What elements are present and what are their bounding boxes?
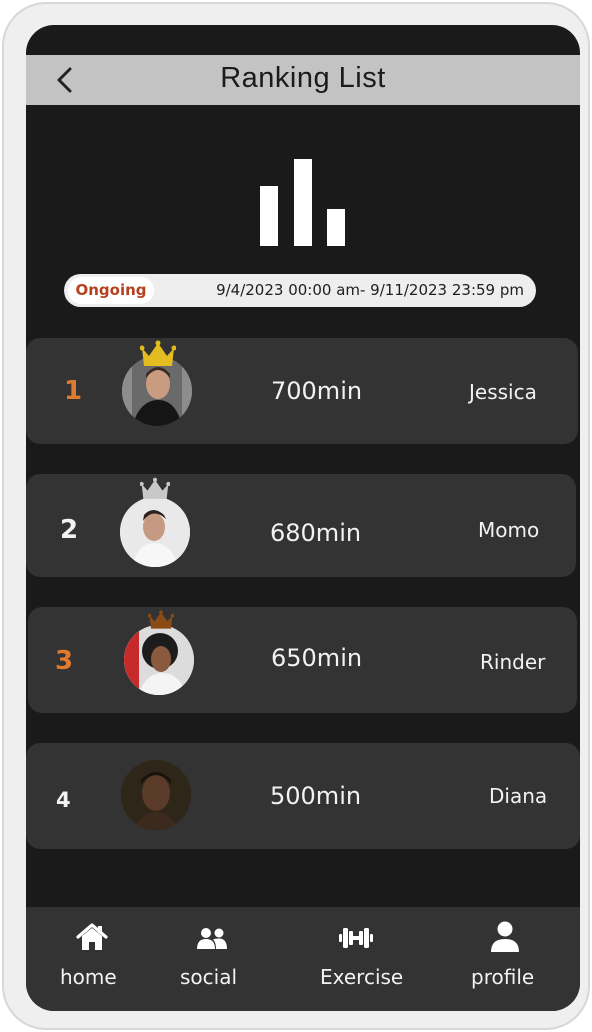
rank-card-1[interactable]: 1 700min Jessica — [26, 338, 578, 444]
user-name: Momo — [478, 518, 540, 542]
gold-crown-icon — [140, 340, 176, 366]
avatar — [121, 760, 191, 830]
bottom-nav: home social Exercise profile — [26, 907, 580, 1011]
app-screen: Ranking List Ongoing 9/4/2023 00:00 am- … — [26, 25, 580, 1011]
silver-crown-icon — [140, 477, 170, 499]
dumbbell-icon — [339, 928, 373, 948]
user-name: Diana — [489, 784, 548, 808]
people-icon — [197, 928, 227, 949]
nav-exercise[interactable]: Exercise — [316, 907, 416, 1011]
minutes-value: 650min — [271, 644, 363, 672]
user-name: Rinder — [480, 650, 546, 674]
rank-number: 4 — [56, 788, 71, 812]
nav-profile[interactable]: profile — [466, 907, 546, 1011]
rank-number: 3 — [55, 646, 74, 676]
rank-card-3[interactable]: 3 650min Rinder — [28, 607, 577, 713]
phone-frame: Ranking List Ongoing 9/4/2023 00:00 am- … — [2, 2, 590, 1030]
nav-label: profile — [471, 965, 535, 989]
bronze-crown-icon — [148, 610, 174, 629]
nav-label: home — [60, 965, 117, 989]
bar-chart-icon — [260, 159, 345, 246]
date-range: 9/4/2023 00:00 am- 9/11/2023 23:59 pm — [216, 281, 524, 299]
rank-number: 2 — [60, 515, 79, 545]
rank-card-4[interactable]: 4 500min Diana — [26, 743, 580, 849]
rank-card-2[interactable]: 2 680min Momo — [26, 474, 576, 577]
minutes-value: 500min — [270, 782, 362, 810]
person-icon — [491, 921, 519, 952]
header-bar: Ranking List — [26, 55, 580, 105]
avatar — [124, 625, 194, 695]
nav-label: social — [180, 965, 238, 989]
home-icon — [76, 923, 108, 950]
minutes-value: 700min — [271, 377, 363, 405]
nav-social[interactable]: social — [172, 907, 252, 1011]
minutes-value: 680min — [270, 519, 362, 547]
nav-label: Exercise — [320, 965, 404, 989]
user-name: Jessica — [469, 380, 537, 404]
period-bar: Ongoing 9/4/2023 00:00 am- 9/11/2023 23:… — [64, 274, 536, 307]
page-title: Ranking List — [220, 62, 386, 94]
rank-number: 1 — [64, 376, 83, 406]
avatar — [120, 497, 190, 567]
status-badge: Ongoing — [68, 277, 154, 304]
nav-home[interactable]: home — [48, 907, 138, 1011]
